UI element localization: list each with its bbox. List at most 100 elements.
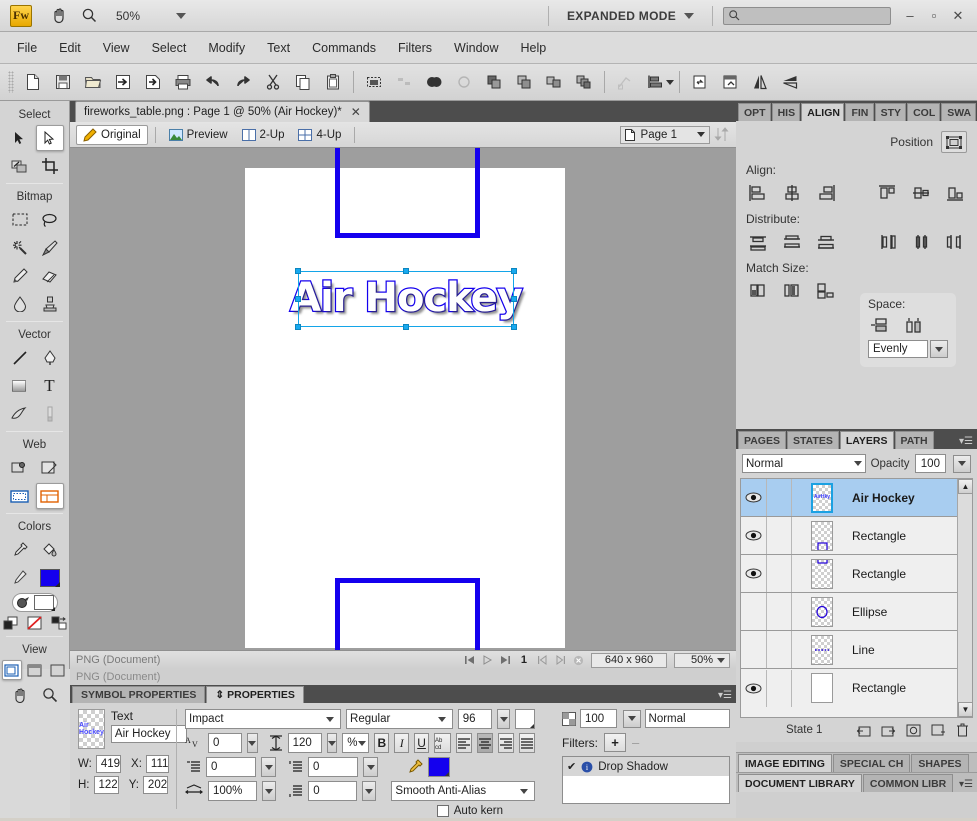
tab-states[interactable]: STATES [786,431,839,449]
hotspot-tool[interactable] [6,455,34,481]
close-button[interactable]: ✕ [951,9,965,23]
first-frame-icon[interactable] [464,655,475,665]
paste-icon[interactable] [318,68,348,96]
open-folder-icon[interactable] [78,68,108,96]
menu-modify[interactable]: Modify [197,37,256,59]
align-bottom-icon[interactable] [943,182,967,204]
italic-button[interactable]: I [394,733,410,753]
duplicate-icon[interactable] [931,724,946,737]
y-input[interactable]: 202 [142,776,169,794]
tab-optimize[interactable]: OPT [738,103,771,121]
panel-menu-icon[interactable]: ▾☰ [718,690,732,701]
layer-visibility-toggle[interactable] [741,631,767,668]
table-row[interactable]: Rectangle [741,555,972,593]
pen-tool[interactable] [36,345,64,371]
layer-visibility-toggle[interactable] [741,517,767,554]
font-size-stepper[interactable] [496,709,511,729]
view-original-button[interactable]: Original [76,124,148,145]
layer-lock-toggle[interactable] [767,517,792,554]
no-fill-icon[interactable] [26,614,44,632]
selection-handle-bc[interactable] [403,324,409,330]
tab-color[interactable]: COL [907,103,941,121]
scale-tool[interactable] [6,153,34,179]
stroke-color-swatch[interactable] [6,565,34,591]
align-left-icon[interactable] [746,182,770,204]
zoom-tool[interactable] [36,682,64,708]
new-document-icon[interactable] [18,68,48,96]
text-align-justify-icon[interactable] [518,733,535,753]
leading-unit-select[interactable]: % [342,733,370,753]
tab-shapes[interactable]: SHAPES [911,754,969,772]
canvas-rectangle-top[interactable] [335,148,480,238]
text-tool[interactable]: T [36,373,64,399]
font-style-select[interactable]: Regular [346,709,453,729]
align-middle-vertical-icon[interactable] [909,182,933,204]
view-preview-button[interactable]: Preview [163,127,234,143]
menu-filters[interactable]: Filters [387,37,443,59]
align-top-icon[interactable] [875,182,899,204]
distribute-bottom-icon[interactable] [814,231,838,253]
position-icon[interactable] [941,131,967,153]
hand-icon[interactable] [44,3,74,29]
magic-wand-tool[interactable] [6,235,34,261]
filter-name[interactable]: Drop Shadow [598,761,668,773]
search-input[interactable] [741,8,881,23]
cut-icon[interactable] [258,68,288,96]
align-right-icon[interactable] [814,182,838,204]
no-stroke-swatch[interactable] [33,595,55,611]
knife-tool[interactable] [36,401,64,427]
tab-pages[interactable]: PAGES [738,431,786,449]
swap-colors-icon[interactable] [50,614,68,632]
selection-handle-br[interactable] [511,324,517,330]
tab-special-characters[interactable]: SPECIAL CH [832,754,911,772]
space-before-stepper[interactable] [363,757,378,777]
tab-document-library[interactable]: DOCUMENT LIBRARY [738,774,862,792]
eraser-tool[interactable] [36,263,64,289]
layer-visibility-toggle[interactable] [741,593,767,630]
scroll-down-icon[interactable]: ▼ [958,702,972,717]
auto-kern-checkbox[interactable] [436,805,449,817]
indent-input[interactable]: 0 [206,757,256,777]
selection-handle-ml[interactable] [295,296,301,302]
zoom-dropdown-arrow[interactable] [176,12,187,19]
table-row[interactable]: Rectangle [741,669,972,707]
ungroup-icon[interactable] [539,68,569,96]
opacity-input[interactable]: 100 [914,454,947,473]
print-icon[interactable] [168,68,198,96]
magnifier-icon[interactable] [74,3,104,29]
page-selector[interactable]: Page 1 [619,125,710,144]
layer-name[interactable]: Ellipse [852,605,887,619]
view-4up-button[interactable]: 4-Up [292,127,347,143]
subselection-tool[interactable] [35,125,64,151]
import-icon[interactable] [108,68,138,96]
tab-styles[interactable]: STY [874,103,907,121]
bring-forward-icon[interactable] [569,68,599,96]
rubber-stamp-tool[interactable] [36,291,64,317]
canvas-zoom-field[interactable]: 50% [674,652,730,668]
menu-help[interactable]: Help [510,37,558,59]
expanded-mode-selector[interactable]: EXPANDED MODE [538,5,723,26]
document-tab[interactable]: fireworks_table.png : Page 1 @ 50% (Air … [75,101,370,122]
menu-edit[interactable]: Edit [48,37,92,59]
space-after-input[interactable]: 0 [308,781,357,801]
selection-handle-mr[interactable] [511,296,517,302]
canvas-viewport[interactable]: Air Hockey [70,148,736,650]
tab-find[interactable]: FIN [845,103,874,121]
group-icon[interactable] [509,68,539,96]
sort-updown-icon[interactable] [714,127,730,142]
table-row[interactable]: AirHky Air Hockey [741,479,972,517]
menu-window[interactable]: Window [443,37,509,59]
view-2up-button[interactable]: 2-Up [236,127,291,143]
rotate-icon[interactable] [610,68,640,96]
deselect-icon[interactable] [389,68,419,96]
maximize-button[interactable]: ▫ [927,9,941,23]
delete-icon[interactable] [956,723,969,737]
table-row[interactable]: Line [741,631,972,669]
hide-slices-tool[interactable] [6,483,34,509]
play-icon[interactable] [482,655,493,665]
distribute-center-vertical-icon[interactable] [780,231,804,253]
hand-tool[interactable] [6,682,34,708]
layer-visibility-toggle[interactable] [741,479,767,516]
panel-menu-icon[interactable]: ▾☰ [959,436,973,447]
eyedropper-tool[interactable] [6,537,34,563]
